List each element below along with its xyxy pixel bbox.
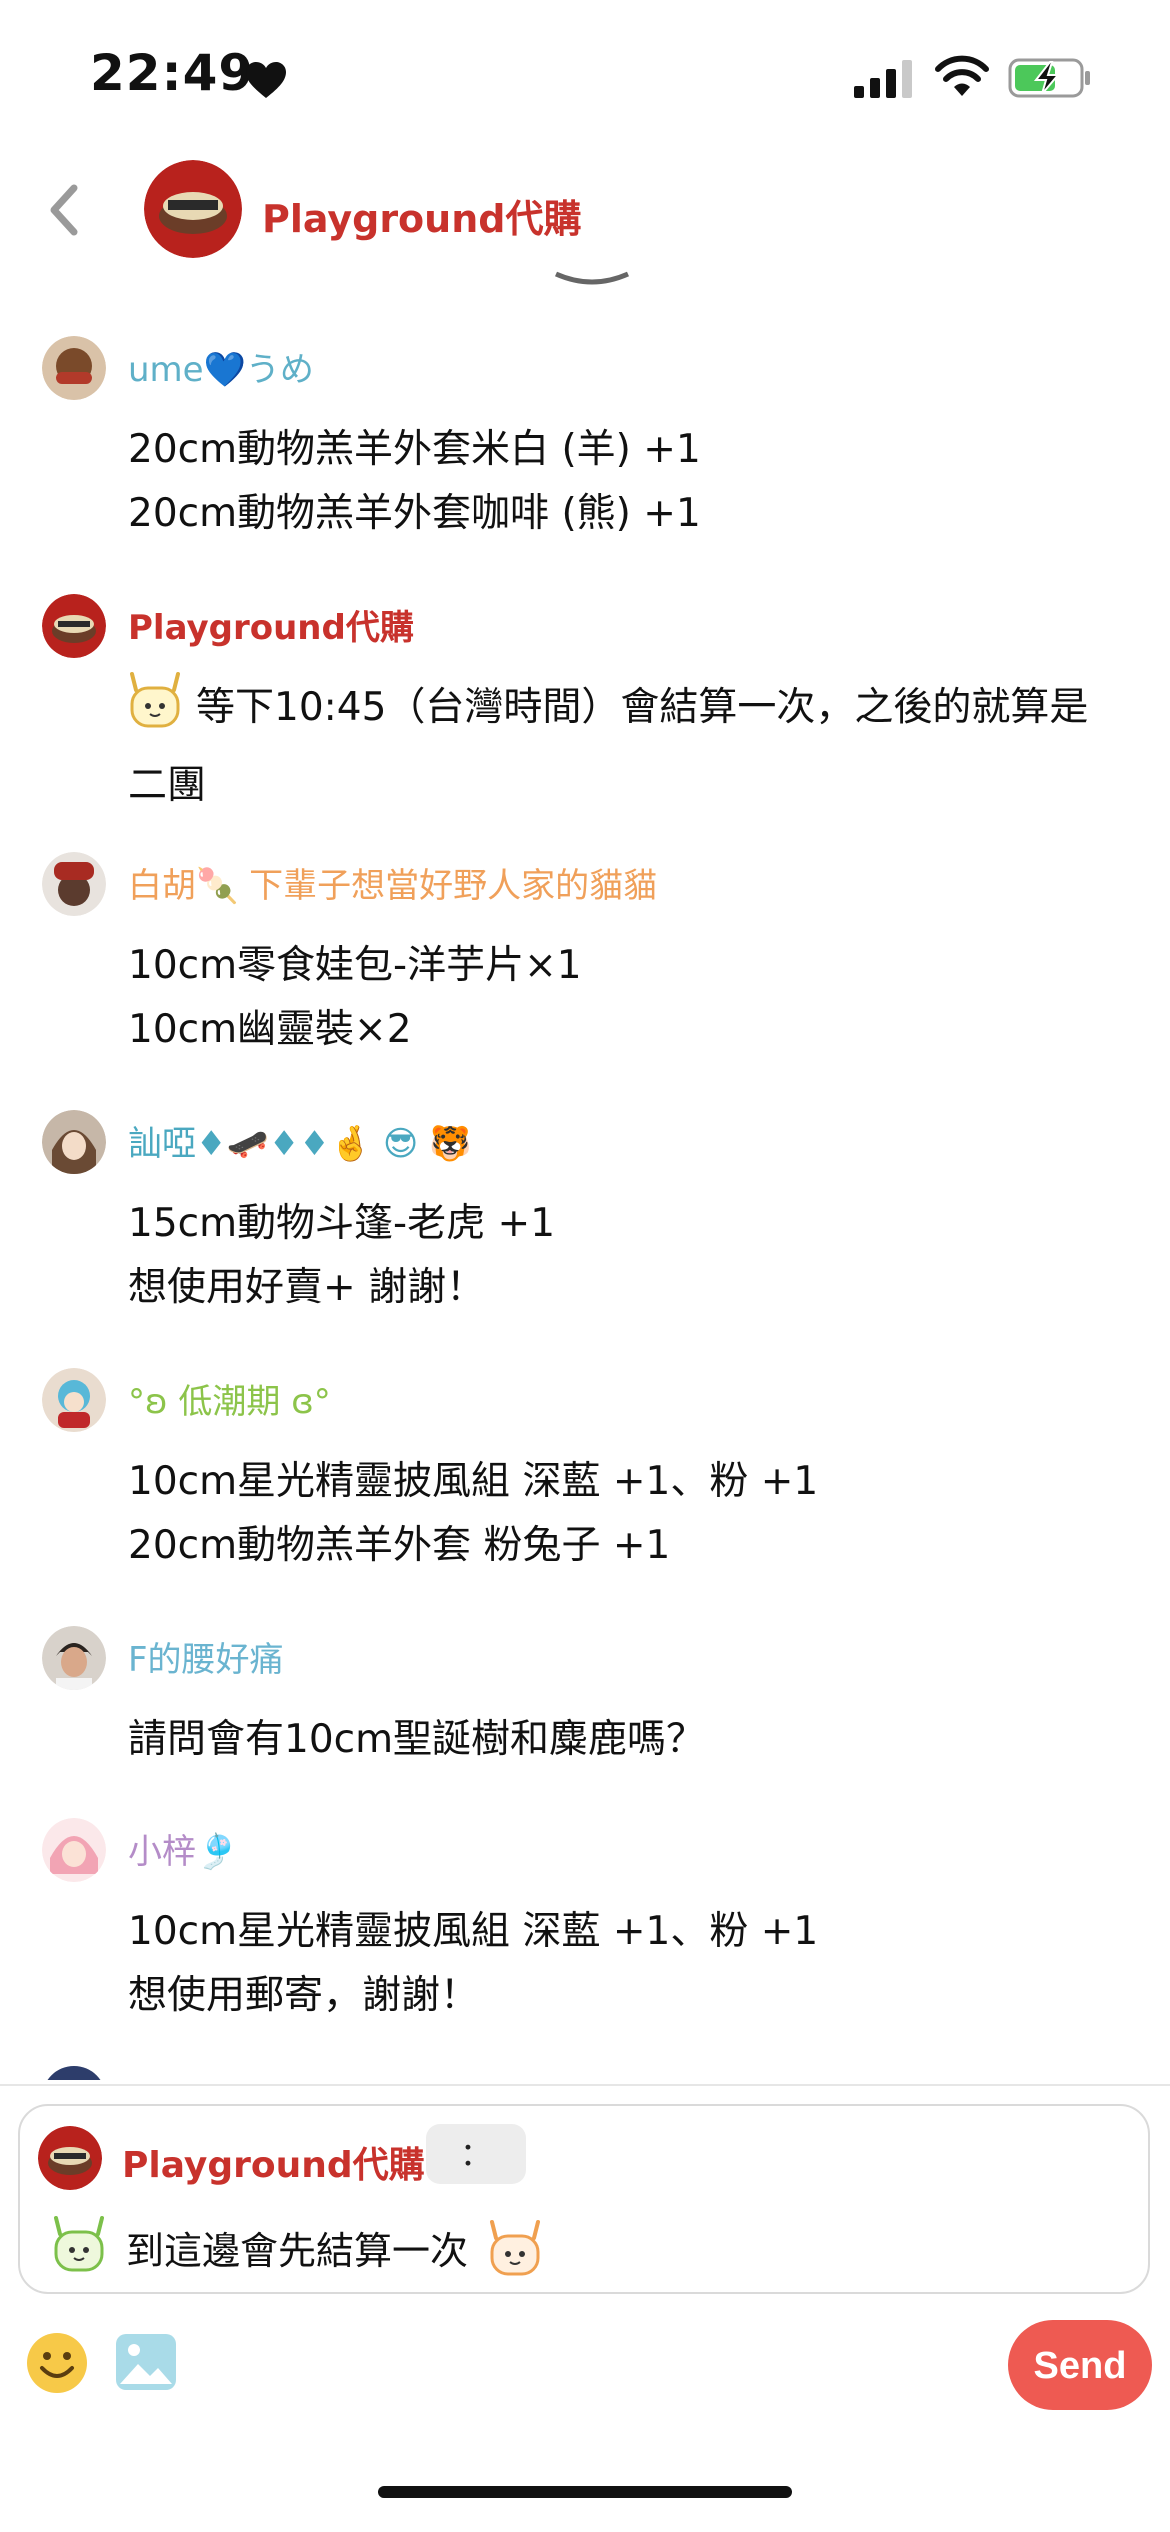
avatar[interactable] (42, 1626, 106, 1690)
sticker-emoji-icon (490, 2220, 540, 2276)
message-feed[interactable]: ume💙うめ 20cm動物羔羊外套米白 (羊) +1 20cm動物羔羊外套咖啡 … (0, 300, 1170, 2080)
group-avatar[interactable] (144, 160, 242, 258)
chat-header: Playground代購 (0, 150, 1170, 270)
sender-name: 白胡🍡 下輩子想當好野人家的貓貓 (128, 866, 658, 906)
message-text: 10cm零食娃包-洋芋片×1 (128, 943, 582, 988)
message-item: 白胡🍡 下輩子想當好野人家的貓貓 10cm零食娃包-洋芋片×1 10cm幽靈裝×… (0, 816, 1170, 1056)
message-text: 15cm動物斗篷-老虎 +1 (128, 1201, 556, 1246)
previous-image-fragment (554, 271, 630, 285)
heart-icon (246, 62, 286, 98)
message-text: 10cm星光精靈披風組 深藍 +1、粉 +1 (128, 1909, 819, 1954)
avatar[interactable] (42, 594, 106, 658)
divider (0, 2084, 1170, 2086)
status-time: 22:49 (90, 44, 255, 102)
message-text: 等下10:45（台灣時間）會結算一次，之後的就算是 (196, 685, 1089, 730)
sender-name: °ʚ 低潮期 ɞ° (128, 1382, 331, 1422)
cellular-signal-icon (854, 60, 912, 98)
send-button[interactable]: Send (1008, 2320, 1152, 2410)
message-text: 10cm星光精靈披風組 深藍 +1、粉 +1 (128, 1459, 819, 1504)
message-item: Playground代購 等下10:45（台灣時間）會結算一次，之後的就算是 二… (0, 558, 1170, 818)
wifi-icon (935, 55, 989, 96)
message-text: 想使用好賣+ 謝謝！ (128, 1265, 486, 1310)
avatar[interactable] (42, 1818, 106, 1882)
avatar[interactable] (42, 852, 106, 916)
reply-sender-name: Playground代購 (122, 2145, 425, 2186)
avatar[interactable] (42, 336, 106, 400)
message-text: 二團 (128, 763, 207, 808)
smiley-icon[interactable] (26, 2332, 88, 2394)
avatar[interactable] (42, 1110, 106, 1174)
home-indicator[interactable] (378, 2486, 792, 2498)
reply-text: 到這邊會先結算一次 (126, 2229, 469, 2273)
message-text: 想使用郵寄，謝謝！ (128, 1973, 480, 2018)
sender-name: ume💙うめ (128, 350, 314, 390)
sender-name: 小梓🎐 (128, 1832, 239, 1872)
message-item: °ʚ 低潮期 ɞ° 10cm星光精靈披風組 深藍 +1、粉 +1 20cm動物羔… (0, 1332, 1170, 1572)
avatar (42, 2066, 106, 2080)
message-text: 10cm幽靈裝×2 (128, 1007, 412, 1052)
message-text: 請問會有10cm聖誕樹和麋鹿嗎？ (128, 1717, 706, 1762)
composer-toolbar: Send (0, 2300, 1170, 2450)
message-text: 20cm動物羔羊外套咖啡 (熊) +1 (128, 491, 701, 536)
message-item: 訕啞♦🛹♦♦🤞 😎 🐯 15cm動物斗篷-老虎 +1 想使用好賣+ 謝謝！ (0, 1074, 1170, 1314)
image-icon[interactable] (114, 2332, 178, 2392)
status-bar: 22:49 (0, 0, 1170, 150)
message-text: 20cm動物羔羊外套米白 (羊) +1 (128, 427, 701, 472)
message-item: ume💙うめ 20cm動物羔羊外套米白 (羊) +1 20cm動物羔羊外套咖啡 … (0, 300, 1170, 540)
reply-colon-chip: ： (426, 2124, 526, 2184)
message-item: F的腰好痛 請問會有10cm聖誕樹和麋鹿嗎？ (0, 1590, 1170, 1770)
chevron-left-icon[interactable] (40, 180, 90, 240)
sender-name: F的腰好痛 (128, 1640, 284, 1680)
sticker-emoji-icon (130, 672, 180, 728)
sender-name: 訕啞♦🛹♦♦🤞 😎 🐯 (128, 1124, 472, 1164)
message-text: 20cm動物羔羊外套 粉兔子 +1 (128, 1523, 671, 1568)
reply-preview[interactable]: Playground代購 ： 到這邊會先結算一次 (18, 2104, 1150, 2294)
avatar[interactable] (42, 1368, 106, 1432)
sender-name: Playground代購 (128, 608, 414, 648)
sticker-emoji-icon (54, 2216, 104, 2272)
chat-title: Playground代購 (262, 197, 582, 241)
message-item: 小梓🎐 10cm星光精靈披風組 深藍 +1、粉 +1 想使用郵寄，謝謝！ (0, 1782, 1170, 2022)
avatar (38, 2126, 102, 2190)
battery-charging-icon (1008, 58, 1090, 98)
